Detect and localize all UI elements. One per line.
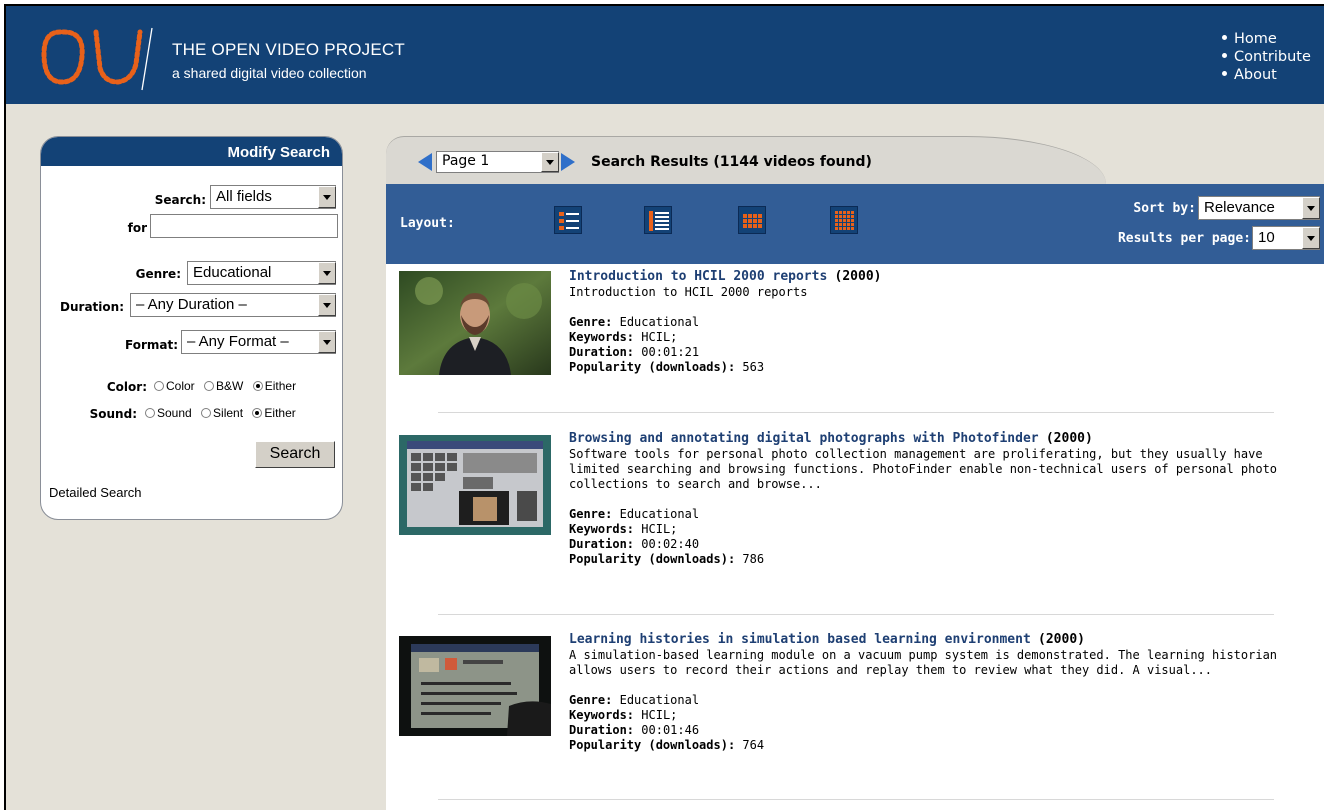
video-title-link[interactable]: Introduction to HCIL 2000 reports xyxy=(569,269,827,284)
video-title-link[interactable]: Browsing and annotating digital photogra… xyxy=(569,431,1039,446)
popularity-row: Popularity (downloads): 764 xyxy=(569,738,765,752)
video-thumbnail[interactable] xyxy=(399,271,551,375)
radio-icon[interactable] xyxy=(201,407,212,418)
previous-page-icon[interactable] xyxy=(418,153,432,171)
video-thumbnail[interactable] xyxy=(399,636,551,740)
keywords-row: Keywords: HCIL; xyxy=(569,708,678,722)
color-option-color[interactable]: Color xyxy=(154,379,195,393)
results-list: Introduction to HCIL 2000 reports (2000)… xyxy=(386,264,1324,810)
duration-row: Duration: 00:01:21 xyxy=(569,345,700,359)
genre-row: Genre: Educational xyxy=(569,507,700,521)
radio-icon[interactable] xyxy=(154,380,164,391)
color-label: Color: xyxy=(106,380,147,394)
search-button[interactable]: Search xyxy=(255,441,335,468)
search-field-select[interactable]: All fields xyxy=(210,185,336,209)
video-description: Introduction to HCIL 2000 reports xyxy=(569,285,808,299)
result-divider xyxy=(438,614,1274,615)
chevron-down-icon[interactable] xyxy=(1302,227,1320,249)
layout-label: Layout: xyxy=(400,216,455,231)
genre-label: Genre: xyxy=(135,267,181,281)
color-option-either[interactable]: Either xyxy=(252,379,296,393)
result-info: Browsing and annotating digital photogra… xyxy=(569,431,1314,567)
page-frame: THE OPEN VIDEO PROJECT a shared digital … xyxy=(4,4,1324,810)
layout-grid-dense-icon[interactable] xyxy=(830,206,858,234)
nav-home[interactable]: Home xyxy=(1222,30,1311,48)
modify-search-heading: Modify Search xyxy=(41,137,342,166)
layout-toolbar: Layout: Sort by: Relevance Results per p… xyxy=(386,184,1324,264)
detailed-search-link[interactable]: Detailed Search xyxy=(49,485,142,500)
search-label: Search: xyxy=(154,193,206,207)
video-year: (2000) xyxy=(834,269,882,284)
for-label: for xyxy=(127,221,147,235)
sort-by-label: Sort by: xyxy=(1133,201,1196,216)
brand-subtitle: a shared digital video collection xyxy=(172,65,367,81)
genre-row: Genre: Educational xyxy=(569,693,700,707)
color-option-bw[interactable]: B&W xyxy=(204,379,243,393)
video-description: A simulation-based learning module on a … xyxy=(569,648,1278,677)
next-page-icon[interactable] xyxy=(561,153,575,171)
site-header: THE OPEN VIDEO PROJECT a shared digital … xyxy=(6,6,1324,104)
chevron-down-icon[interactable] xyxy=(318,262,336,284)
layout-list-compact-icon[interactable] xyxy=(644,206,672,234)
results-per-page-label: Results per page: xyxy=(1117,231,1251,246)
results-tab: Page 1 Search Results (1144 videos found… xyxy=(386,136,1106,184)
duration-select[interactable]: – Any Duration – xyxy=(130,293,336,317)
chevron-down-icon[interactable] xyxy=(1302,197,1320,219)
popularity-row: Popularity (downloads): 563 xyxy=(569,360,765,374)
keywords-row: Keywords: HCIL; xyxy=(569,330,678,344)
genre-select[interactable]: Educational xyxy=(187,261,336,285)
nav-about[interactable]: About xyxy=(1222,66,1311,84)
sound-option-either[interactable]: Either xyxy=(252,406,296,420)
chevron-down-icon[interactable] xyxy=(318,186,336,208)
ov-logo-icon[interactable] xyxy=(40,24,160,94)
nav-contribute[interactable]: Contribute xyxy=(1222,48,1311,66)
result-info: Introduction to HCIL 2000 reports (2000)… xyxy=(569,269,1314,375)
keywords-row: Keywords: HCIL; xyxy=(569,522,678,536)
chevron-down-icon[interactable] xyxy=(541,152,559,172)
page-select[interactable]: Page 1 xyxy=(436,151,559,173)
video-description: Software tools for personal photo collec… xyxy=(569,447,1278,491)
results-per-page-select[interactable]: 10 xyxy=(1252,226,1320,250)
genre-row: Genre: Educational xyxy=(569,315,700,329)
top-nav: Home Contribute About xyxy=(1222,30,1311,84)
result-divider xyxy=(438,799,1274,800)
video-year: (2000) xyxy=(1038,632,1085,647)
layout-list-detail-icon[interactable] xyxy=(554,206,582,234)
video-thumbnail[interactable] xyxy=(399,435,551,539)
video-title-link[interactable]: Learning histories in simulation based l… xyxy=(569,632,1031,647)
popularity-row: Popularity (downloads): 786 xyxy=(569,552,765,566)
radio-icon[interactable] xyxy=(204,380,215,391)
search-input[interactable] xyxy=(150,214,338,238)
modify-search-panel: Modify Search Search: All fields for Gen… xyxy=(40,136,343,520)
bullet-icon xyxy=(1222,52,1227,58)
result-divider xyxy=(438,412,1274,413)
video-year: (2000) xyxy=(1045,431,1093,446)
duration-label: Duration: xyxy=(60,300,124,314)
sound-label: Sound: xyxy=(89,407,137,421)
sound-option-sound[interactable]: Sound xyxy=(145,406,192,420)
bullet-icon xyxy=(1222,70,1227,76)
radio-checked-icon[interactable] xyxy=(252,380,263,391)
layout-grid-small-icon[interactable] xyxy=(738,206,766,234)
results-title: Search Results (1144 videos found) xyxy=(591,154,872,170)
duration-row: Duration: 00:01:46 xyxy=(569,723,700,737)
brand-title: THE OPEN VIDEO PROJECT xyxy=(172,40,405,59)
sort-by-select[interactable]: Relevance xyxy=(1198,196,1320,220)
chevron-down-icon[interactable] xyxy=(318,294,336,316)
radio-checked-icon[interactable] xyxy=(252,407,263,418)
sound-radio-group: Sound Silent Either xyxy=(145,406,302,420)
radio-icon[interactable] xyxy=(145,407,155,418)
result-info: Learning histories in simulation based l… xyxy=(569,632,1314,753)
color-radio-group: Color B&W Either xyxy=(154,379,302,393)
format-label: Format: xyxy=(124,338,178,352)
duration-row: Duration: 00:02:40 xyxy=(569,537,700,551)
bullet-icon xyxy=(1222,34,1227,40)
format-select[interactable]: – Any Format – xyxy=(181,330,336,354)
chevron-down-icon[interactable] xyxy=(318,331,336,353)
sound-option-silent[interactable]: Silent xyxy=(201,406,243,420)
